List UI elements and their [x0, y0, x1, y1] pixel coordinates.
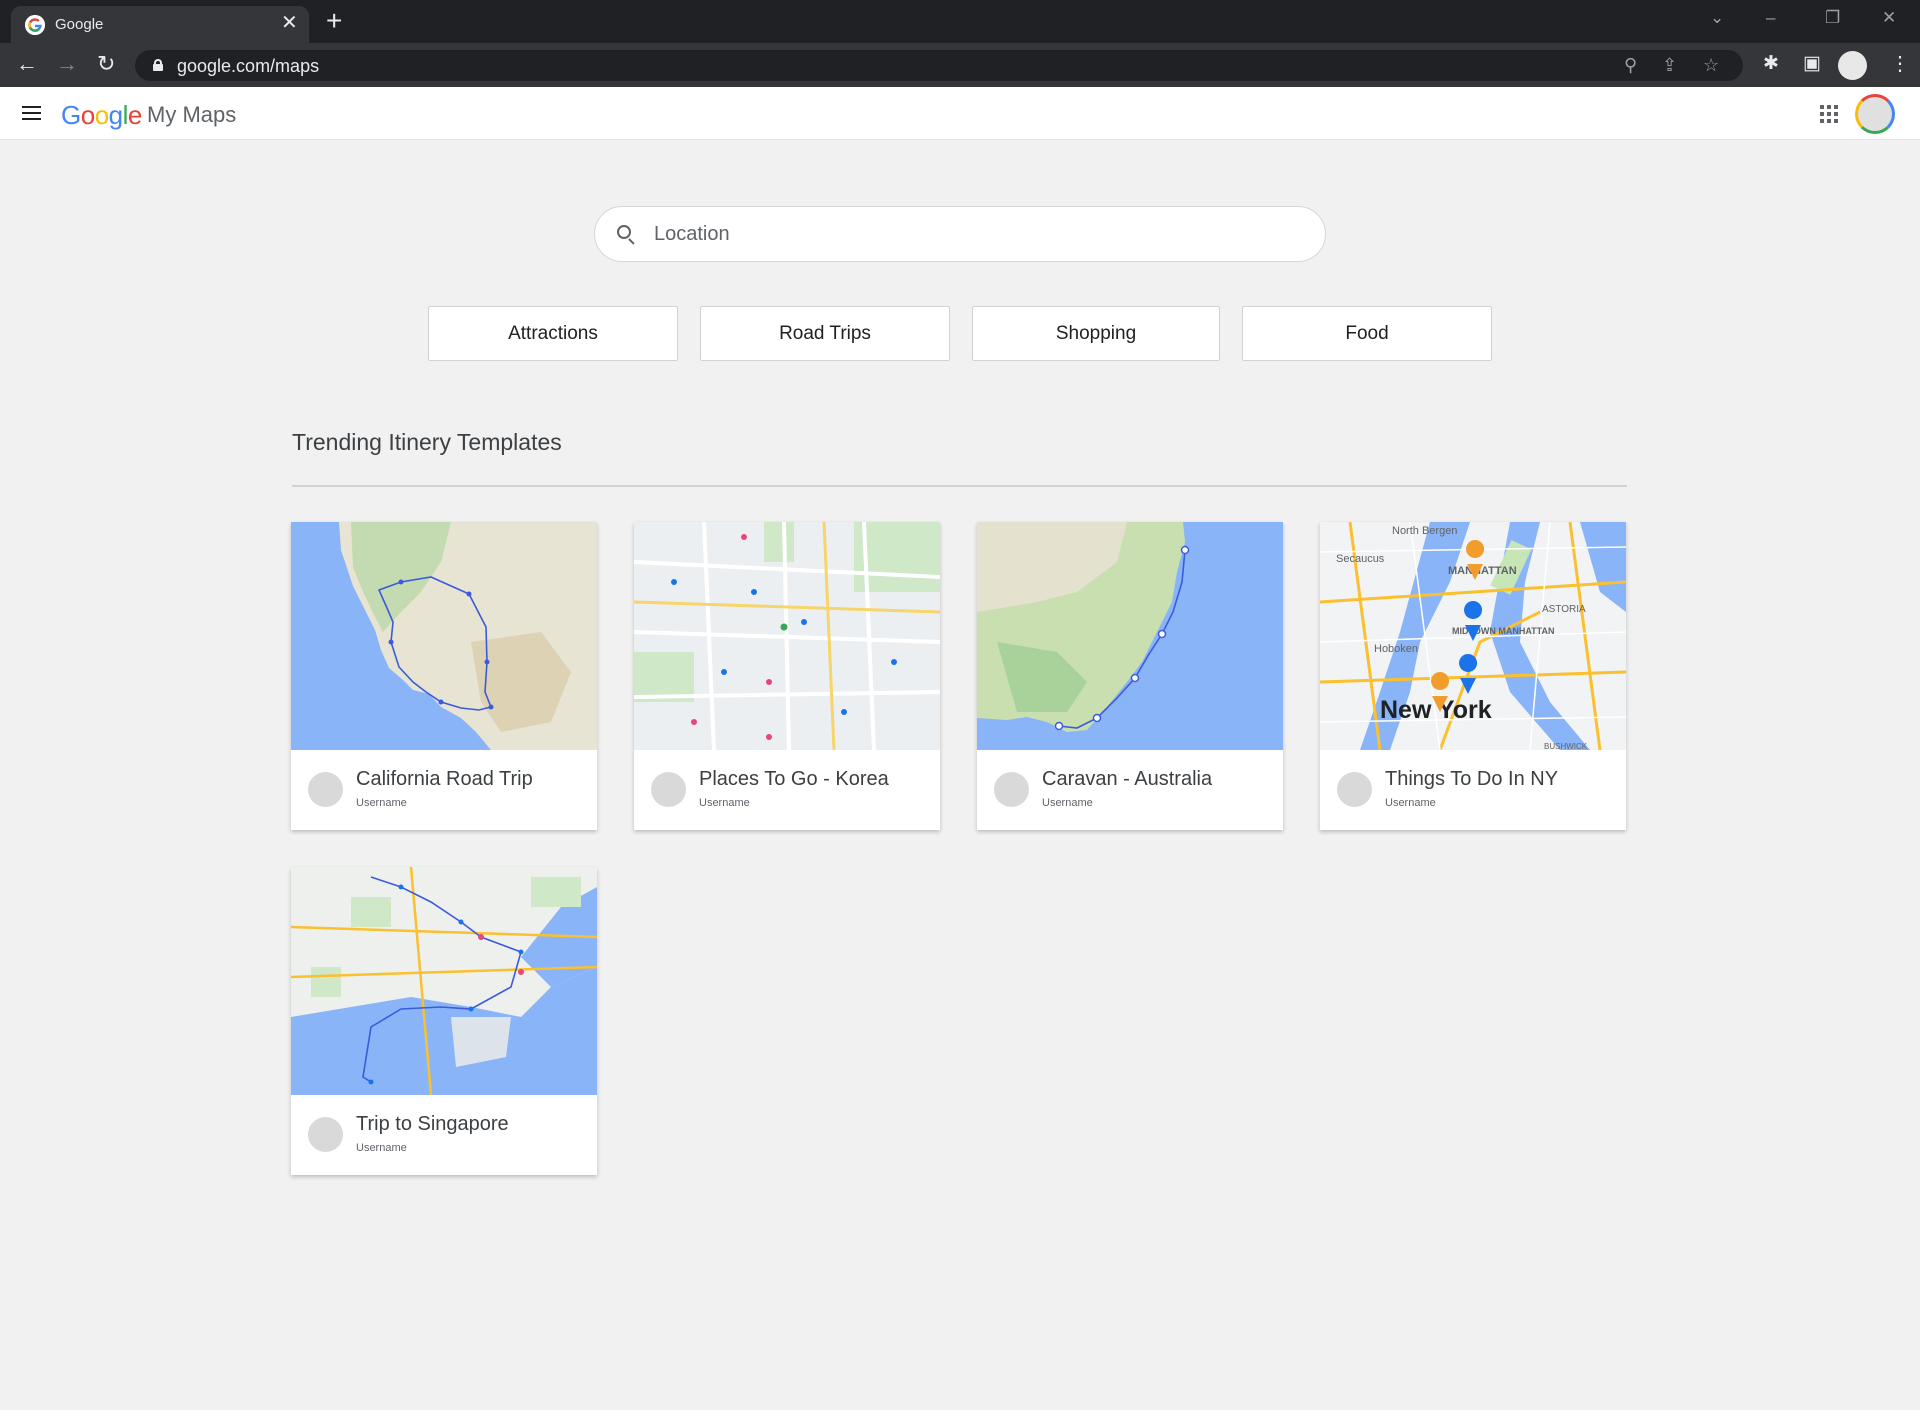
browser-profile-avatar[interactable]: [1838, 51, 1867, 80]
google-favicon-icon: [25, 15, 45, 35]
tab-title: Google: [55, 16, 104, 33]
card-title[interactable]: Caravan - Australia: [1042, 768, 1212, 791]
location-icon[interactable]: ⚲: [1624, 55, 1637, 75]
browser-tab-bar: Google ✕ + ⌄ – ❐ ✕: [0, 0, 1920, 43]
card-title[interactable]: Trip to Singapore: [356, 1113, 509, 1136]
tab-search-icon[interactable]: ⌄: [1710, 8, 1724, 28]
lock-icon[interactable]: [153, 59, 163, 71]
bookmark-star-icon[interactable]: ☆: [1703, 55, 1719, 75]
author-avatar[interactable]: [1337, 772, 1372, 807]
map-label: BUSHWICK: [1544, 742, 1588, 750]
section-divider: [292, 485, 1627, 487]
itinerary-card-california[interactable]: California Road Trip Username: [291, 522, 597, 830]
chip-road-trips[interactable]: Road Trips: [700, 306, 950, 361]
back-icon[interactable]: ←: [16, 53, 38, 75]
location-search-input[interactable]: [654, 218, 1294, 250]
card-username[interactable]: Username: [1385, 797, 1436, 809]
new-tab-icon[interactable]: +: [326, 6, 342, 36]
author-avatar[interactable]: [994, 772, 1029, 807]
forward-icon[interactable]: →: [56, 53, 78, 75]
browser-menu-icon[interactable]: ⋮: [1890, 52, 1910, 76]
itinerary-card-new-york[interactable]: North Bergen Secaucus MANHATTAN ASTORIA …: [1320, 522, 1626, 830]
search-icon: [617, 225, 637, 245]
map-label: North Bergen: [1392, 525, 1457, 537]
chip-attractions[interactable]: Attractions: [428, 306, 678, 361]
menu-icon[interactable]: [22, 106, 41, 120]
card-title[interactable]: Places To Go - Korea: [699, 768, 889, 791]
card-username[interactable]: Username: [356, 797, 407, 809]
address-bar[interactable]: google.com/maps ⚲ ⇪ ☆: [135, 50, 1743, 81]
itinerary-card-singapore[interactable]: Trip to Singapore Username: [291, 867, 597, 1175]
extensions-icon[interactable]: ✱: [1763, 53, 1779, 75]
map-label: Hoboken: [1374, 643, 1418, 655]
map-thumbnail-new-york: North Bergen Secaucus MANHATTAN ASTORIA …: [1320, 522, 1626, 750]
itinerary-card-korea[interactable]: Places To Go - Korea Username: [634, 522, 940, 830]
tab-close-icon[interactable]: ✕: [281, 13, 298, 33]
map-label: ASTORIA: [1542, 604, 1586, 615]
card-title[interactable]: Things To Do In NY: [1385, 768, 1558, 791]
map-thumbnail-korea: [634, 522, 940, 750]
section-title: Trending Itinery Templates: [292, 429, 562, 455]
map-label: Secaucus: [1336, 553, 1385, 565]
chip-food[interactable]: Food: [1242, 306, 1492, 361]
author-avatar[interactable]: [651, 772, 686, 807]
reload-icon[interactable]: ↻: [97, 53, 115, 75]
restore-icon[interactable]: ❐: [1825, 8, 1840, 28]
close-window-icon[interactable]: ✕: [1882, 8, 1896, 28]
map-label: MANHATTAN: [1448, 565, 1517, 577]
url-text[interactable]: google.com/maps: [177, 56, 319, 77]
card-username[interactable]: Username: [699, 797, 750, 809]
account-avatar[interactable]: [1855, 94, 1895, 134]
chip-shopping[interactable]: Shopping: [972, 306, 1220, 361]
minimize-icon[interactable]: –: [1766, 8, 1775, 28]
card-username[interactable]: Username: [356, 1142, 407, 1154]
share-icon[interactable]: ⇪: [1662, 55, 1677, 75]
author-avatar[interactable]: [308, 772, 343, 807]
map-thumbnail-california: [291, 522, 597, 750]
apps-grid-icon[interactable]: [1820, 105, 1838, 123]
map-thumbnail-singapore: [291, 867, 597, 1095]
author-avatar[interactable]: [308, 1117, 343, 1152]
side-panel-icon[interactable]: ▣: [1803, 53, 1821, 75]
card-username[interactable]: Username: [1042, 797, 1093, 809]
itinerary-card-australia[interactable]: Caravan - Australia Username: [977, 522, 1283, 830]
card-title[interactable]: California Road Trip: [356, 768, 533, 791]
browser-tab[interactable]: Google ✕: [11, 6, 309, 43]
browser-toolbar: ← → ↻ google.com/maps ⚲ ⇪ ☆ ✱ ▣ ⋮: [0, 43, 1920, 87]
google-logo[interactable]: Google: [61, 100, 142, 131]
product-name: My Maps: [147, 102, 237, 127]
app-header: Google My Maps: [0, 87, 1920, 140]
location-search-box[interactable]: [594, 206, 1326, 262]
map-thumbnail-australia: [977, 522, 1283, 750]
